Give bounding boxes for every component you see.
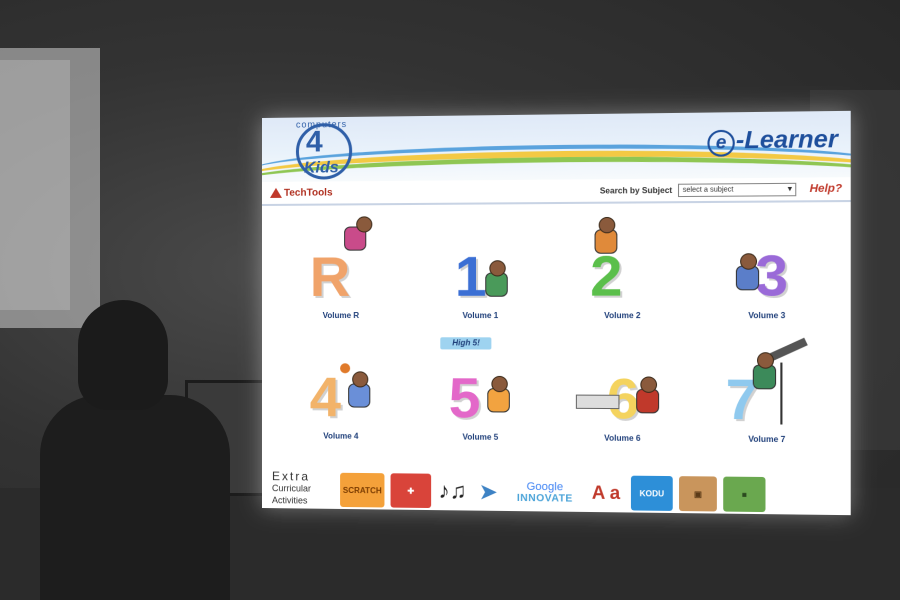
basketball-icon: [339, 363, 350, 374]
help-link[interactable]: Help?: [810, 182, 843, 195]
music-notes-glyph: ♪♫: [438, 477, 467, 504]
volume-4-tile[interactable]: 4 Volume 4: [272, 326, 410, 447]
extra-curricular-bar: Extra Curricular Activities SCRATCH ✚ ♪♫…: [262, 458, 851, 516]
tripod-icon: [780, 362, 783, 425]
first-aid-card-icon[interactable]: ✚: [390, 473, 432, 509]
paper-plane-bird-icon[interactable]: ➤: [473, 474, 503, 509]
volume-6-art: 6: [575, 337, 670, 431]
volume-4-art: 4: [296, 337, 387, 430]
volume-6-tile[interactable]: 6 Volume 6: [551, 326, 694, 449]
extra-title-line1: Extra: [271, 469, 310, 484]
logo-bottom-text: Kids: [303, 159, 339, 177]
volume-r-label: Volume R: [322, 310, 360, 321]
kid-head-icon: [351, 371, 369, 388]
toolbar-right: Search by Subject select a subject ▼ Hel…: [600, 182, 842, 197]
volume-3-glyph: 3: [755, 242, 789, 308]
high-five-text: High 5!: [452, 338, 480, 348]
search-by-subject-label: Search by Subject: [599, 185, 673, 196]
kodu-label: KODU: [639, 488, 665, 499]
apple-letters-tile[interactable]: A a: [587, 475, 625, 511]
techtools-label: TechTools: [283, 186, 333, 199]
background-student-body: [40, 395, 230, 600]
volume-7-tile[interactable]: 7 Volume 7: [694, 326, 840, 450]
volume-2-art: 2: [576, 215, 670, 309]
vr-cardboard-icon[interactable]: ▣: [679, 476, 717, 512]
minecraft-block-icon[interactable]: ■: [723, 476, 766, 513]
kid-head-icon: [598, 216, 616, 234]
volume-4-label: Volume 4: [323, 431, 359, 441]
product-title-e: e: [707, 129, 735, 157]
volume-5-tile[interactable]: High 5! 5 Volume 5: [410, 326, 551, 448]
kid-head-icon: [640, 376, 657, 393]
extra-title-line3: Activities: [271, 495, 308, 506]
subject-select-value: select a subject: [682, 185, 734, 194]
volume-grid: R Volume R 1 Volume 1 2 Volume 2 3 Volum…: [262, 202, 851, 444]
scratch-label: SCRATCH: [342, 485, 382, 495]
volume-5-glyph: 5: [448, 365, 481, 430]
subject-select[interactable]: select a subject ▼: [678, 182, 797, 197]
volume-7-art: 7: [719, 337, 814, 433]
background-student-head: [78, 300, 168, 410]
google-label: Google: [526, 480, 564, 493]
volume-2-label: Volume 2: [604, 310, 641, 321]
volume-7-label: Volume 7: [748, 434, 786, 445]
volume-3-art: 3: [719, 214, 814, 309]
volume-r-glyph: R: [309, 244, 351, 308]
product-title[interactable]: e -Learner: [707, 125, 838, 157]
volume-5-label: Volume 5: [462, 432, 499, 442]
high-five-banner: High 5!: [440, 337, 492, 350]
volume-3-tile[interactable]: 3 Volume 3: [694, 202, 840, 326]
scratch-tile[interactable]: SCRATCH: [340, 472, 385, 508]
techtools-triangle-icon: [269, 187, 282, 198]
volume-1-glyph: 1: [454, 244, 487, 308]
header-banner: computers 4 Kids e -Learner: [262, 110, 851, 182]
techtools-logo[interactable]: TechTools: [269, 186, 333, 199]
kodu-tile[interactable]: KODU: [630, 475, 673, 511]
product-title-suffix: -Learner: [735, 125, 838, 155]
innovate-label: INNOVATE: [516, 492, 573, 505]
extra-title-line2: Curricular: [271, 483, 311, 494]
volume-1-label: Volume 1: [462, 310, 499, 321]
volume-1-tile[interactable]: 1 Volume 1: [410, 204, 551, 326]
keyboard-icon: [575, 394, 620, 410]
extra-curricular-title: Extra Curricular Activities: [271, 469, 334, 507]
volume-3-label: Volume 3: [748, 310, 786, 321]
volume-1-art: 1: [434, 215, 526, 309]
apple-letters-label: A a: [591, 481, 621, 503]
volume-2-glyph: 2: [590, 243, 623, 308]
volume-6-label: Volume 6: [604, 433, 641, 444]
background-wall-board: [0, 48, 100, 328]
google-innovate-tile[interactable]: Google INNOVATE: [508, 474, 582, 510]
chevron-down-icon: ▼: [786, 185, 794, 193]
volume-r-art: R: [296, 216, 387, 309]
music-notes-icon[interactable]: ♪♫: [437, 473, 468, 509]
kid-head-icon: [355, 216, 373, 233]
volume-r-tile[interactable]: R Volume R: [272, 205, 410, 326]
projected-screen: computers 4 Kids e -Learner TechTools Sea…: [262, 110, 851, 516]
volume-2-tile[interactable]: 2 Volume 2: [551, 203, 694, 326]
volume-4-glyph: 4: [309, 365, 341, 429]
logo-number: 4: [305, 125, 323, 159]
volume-5-art: High 5! 5: [434, 337, 526, 431]
